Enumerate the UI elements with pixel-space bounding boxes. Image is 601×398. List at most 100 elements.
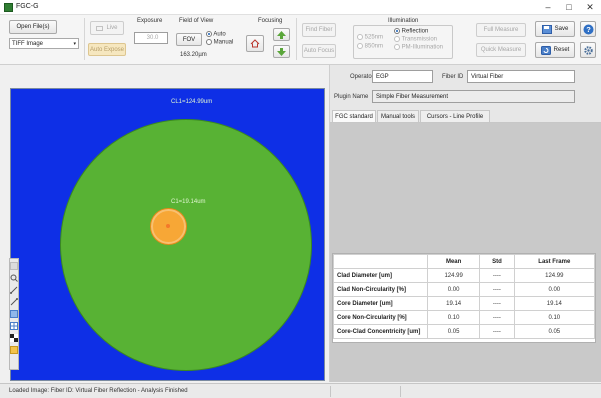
exposure-value: 30.0 bbox=[146, 35, 159, 41]
operator-label: Operator bbox=[350, 74, 374, 80]
mean-value: 124.99 bbox=[426, 268, 481, 283]
plugin-name-value: Simple Fiber Measurement bbox=[376, 93, 449, 100]
exposure-label: Exposure bbox=[137, 18, 163, 24]
std-value: ---- bbox=[479, 282, 515, 297]
table-row: Clad Diameter [um] 124.99 ---- 124.99 bbox=[333, 268, 596, 283]
file-type-select[interactable]: TIFF Image ▾ bbox=[9, 38, 79, 49]
radio-icon bbox=[357, 34, 363, 40]
full-measure-button[interactable]: Full Measure bbox=[476, 23, 526, 37]
fov-value: 163.20µm bbox=[180, 52, 207, 58]
row-label: Core Diameter [um] bbox=[333, 296, 428, 311]
toolbar-separator bbox=[84, 18, 85, 60]
maximize-button[interactable]: □ bbox=[561, 1, 577, 13]
wavelength-525-radio[interactable]: 525nm bbox=[357, 34, 383, 41]
fov-auto-radio[interactable]: Auto bbox=[206, 31, 226, 38]
std-value: ---- bbox=[479, 296, 515, 311]
checker-icon[interactable] bbox=[10, 334, 18, 342]
arrow-up-icon bbox=[277, 30, 286, 39]
last-frame-value: 19.14 bbox=[513, 296, 596, 311]
file-type-value: TIFF Image bbox=[12, 40, 44, 47]
image-viewer[interactable]: CL1=124.99um C1=19.14um bbox=[10, 88, 325, 381]
status-message: Loaded Image: Fiber ID: Virtual Fiber Re… bbox=[9, 388, 188, 394]
draw-line-icon[interactable] bbox=[10, 298, 18, 306]
window-title: FGC-G bbox=[16, 3, 39, 10]
help-icon[interactable] bbox=[10, 346, 18, 354]
minimize-button[interactable]: – bbox=[540, 1, 556, 13]
chevron-down-icon: ▾ bbox=[73, 40, 76, 47]
focusing-label: Focusing bbox=[258, 18, 283, 24]
live-button[interactable]: Live bbox=[90, 21, 124, 35]
measure-line-icon[interactable] bbox=[10, 286, 18, 294]
reflection-label: Reflection bbox=[401, 28, 429, 35]
radio-selected-icon bbox=[206, 31, 212, 37]
core-center-dot bbox=[166, 224, 170, 228]
wavelength-850-label: 850nm bbox=[364, 43, 384, 50]
help-button[interactable]: ? bbox=[580, 21, 596, 37]
radio-selected-icon bbox=[394, 28, 400, 34]
fiber-id-value: Virtual Fiber bbox=[471, 73, 504, 80]
toolbar-separator bbox=[296, 18, 297, 60]
close-button[interactable]: ✕ bbox=[582, 1, 598, 13]
pm-illumination-radio[interactable]: PM-Illumination bbox=[394, 44, 443, 51]
settings-button[interactable] bbox=[580, 42, 596, 58]
row-label: Clad Non-Circularity [%] bbox=[333, 282, 428, 297]
grid-icon[interactable] bbox=[10, 322, 18, 330]
table-row: Core Non-Circularity [%] 0.10 ---- 0.10 bbox=[333, 310, 596, 325]
zoom-fit-icon[interactable] bbox=[10, 310, 18, 318]
svg-text:?: ? bbox=[586, 25, 591, 34]
open-files-button[interactable]: Open File(s) bbox=[9, 20, 57, 34]
status-separator bbox=[400, 386, 401, 397]
gear-icon bbox=[583, 45, 593, 55]
quick-measure-button[interactable]: Quick Measure bbox=[476, 43, 526, 57]
title-bar: FGC-G – □ ✕ bbox=[0, 0, 601, 15]
fov-auto-label: Auto bbox=[213, 31, 226, 38]
status-bar: Loaded Image: Fiber ID: Virtual Fiber Re… bbox=[0, 383, 601, 398]
tab-bar: FGC standard Manual tools Cursors - Line… bbox=[330, 110, 601, 123]
radio-icon bbox=[357, 43, 363, 49]
wavelength-525-label: 525nm bbox=[364, 34, 384, 41]
table-row: Core Diameter [um] 19.14 ---- 19.14 bbox=[333, 296, 596, 311]
zoom-tool-icon[interactable] bbox=[10, 274, 18, 282]
fov-manual-radio[interactable]: Manual bbox=[206, 39, 233, 46]
column-header: Mean bbox=[426, 254, 481, 269]
radio-icon bbox=[394, 44, 400, 50]
tab-cursors-line-profile[interactable]: Cursors - Line Profile bbox=[420, 110, 490, 122]
save-button[interactable]: Save bbox=[535, 21, 575, 37]
fov-button[interactable]: FOV bbox=[176, 33, 202, 46]
plugin-name-field: Simple Fiber Measurement bbox=[372, 90, 575, 103]
reset-button[interactable]: Reset bbox=[535, 42, 575, 58]
fov-label: Field of View bbox=[179, 18, 214, 24]
transmission-label: Transmission bbox=[401, 36, 438, 43]
home-focus-button[interactable] bbox=[246, 35, 264, 52]
focus-up-button[interactable] bbox=[273, 28, 290, 41]
wavelength-850-radio[interactable]: 850nm bbox=[357, 43, 383, 50]
exposure-input[interactable]: 30.0 bbox=[134, 32, 168, 44]
save-label: Save bbox=[554, 26, 569, 32]
find-fiber-button[interactable]: Find Fiber bbox=[302, 23, 336, 37]
last-frame-value: 0.10 bbox=[513, 310, 596, 325]
mean-value: 0.00 bbox=[426, 282, 481, 297]
help-icon: ? bbox=[583, 24, 593, 34]
operator-value: EGP bbox=[376, 73, 389, 80]
fiber-id-input[interactable]: Virtual Fiber bbox=[467, 70, 575, 83]
pm-illumination-label: PM-Illumination bbox=[401, 44, 444, 51]
table-row: Core-Clad Concentricity [um] 0.05 ---- 0… bbox=[333, 324, 596, 339]
std-value: ---- bbox=[479, 310, 515, 325]
reflection-radio[interactable]: Reflection bbox=[394, 28, 428, 35]
mean-value: 19.14 bbox=[426, 296, 481, 311]
column-header: Last Frame bbox=[513, 254, 596, 269]
toolbar: Open File(s) TIFF Image ▾ Live Auto Expo… bbox=[0, 15, 601, 65]
measurement-panel: Operator EGP Fiber ID Virtual Fiber Plug… bbox=[329, 65, 601, 382]
row-label: Core-Clad Concentricity [um] bbox=[333, 324, 428, 339]
last-frame-value: 124.99 bbox=[513, 268, 596, 283]
mean-value: 0.10 bbox=[426, 310, 481, 325]
operator-input[interactable]: EGP bbox=[372, 70, 433, 83]
table-row: Clad Non-Circularity [%] 0.00 ---- 0.00 bbox=[333, 282, 596, 297]
pan-tool-icon[interactable] bbox=[10, 262, 18, 270]
auto-expose-button[interactable]: Auto Expose bbox=[88, 43, 126, 56]
auto-focus-button[interactable]: Auto Focus bbox=[302, 44, 336, 58]
transmission-radio[interactable]: Transmission bbox=[394, 36, 437, 43]
focus-down-button[interactable] bbox=[273, 45, 290, 58]
tab-manual-tools[interactable]: Manual tools bbox=[377, 110, 419, 122]
reset-label: Reset bbox=[553, 47, 570, 53]
